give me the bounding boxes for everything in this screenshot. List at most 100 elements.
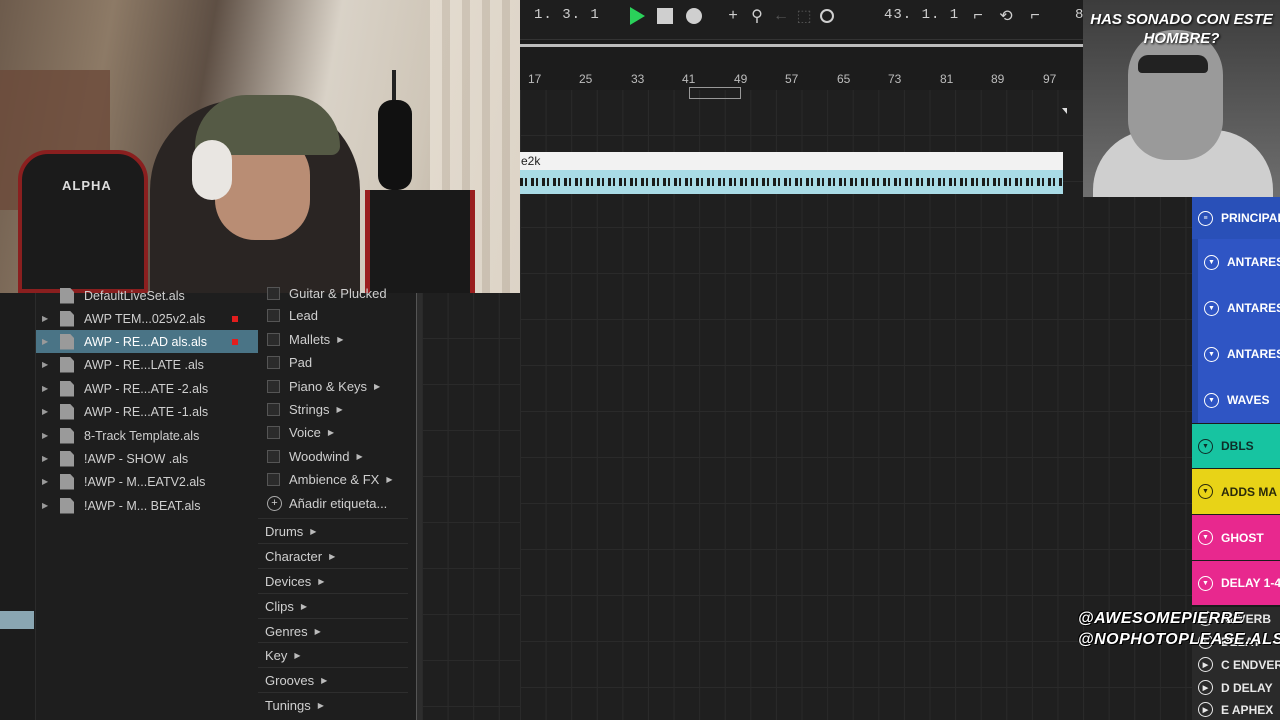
chevron-down-icon[interactable]: ▼ [1204, 346, 1219, 362]
group-icon[interactable]: ≡ [1198, 210, 1213, 226]
chevron-down-icon[interactable]: ▼ [1198, 438, 1213, 454]
expand-arrow-icon[interactable]: ▶ [42, 337, 54, 346]
checkbox[interactable] [267, 472, 280, 486]
file-item[interactable]: ▶ AWP TEM...025v2.als [36, 307, 258, 330]
category-drums[interactable]: Drums ▶ [265, 520, 316, 542]
overview-bar[interactable] [520, 44, 1083, 47]
chevron-down-icon[interactable]: ▼ [1198, 530, 1213, 545]
track-header-antares-1[interactable]: ▼ ANTARES [1192, 239, 1280, 285]
category-genres[interactable]: Genres ▶ [265, 620, 321, 642]
return-track-endver[interactable]: ▶ C ENDVER [1192, 653, 1280, 676]
panel-splitter[interactable] [416, 293, 422, 720]
checkbox[interactable] [267, 308, 280, 322]
audio-clip-body[interactable] [520, 170, 1063, 194]
track-header-ghost[interactable]: ▼ GHOST [1192, 515, 1280, 560]
chevron-right-icon[interactable]: ▶ [374, 382, 380, 391]
expand-arrow-icon[interactable]: ▶ [42, 477, 54, 486]
punch-out-button[interactable]: ⌐ [1025, 6, 1045, 26]
headphones [192, 140, 232, 200]
checkbox[interactable] [267, 355, 280, 369]
expand-arrow-icon[interactable]: ▶ [42, 454, 54, 463]
play-button[interactable] [627, 6, 647, 26]
track-header-waves[interactable]: ▼ WAVES [1192, 377, 1280, 423]
tag-item[interactable]: Lead [267, 304, 318, 326]
checkbox[interactable] [267, 379, 280, 393]
stop-button[interactable] [655, 6, 675, 26]
file-item[interactable]: ▶ !AWP - SHOW .als [36, 447, 258, 470]
expand-arrow-icon[interactable]: ▶ [42, 384, 54, 393]
browser-sidebar-edge[interactable] [0, 293, 36, 720]
chevron-right-icon[interactable]: ▶ [328, 428, 334, 437]
chevron-right-icon[interactable]: ▶ [356, 452, 362, 461]
expand-arrow-icon[interactable]: ▶ [42, 501, 54, 510]
track-header-adds[interactable]: ▼ ADDS MA [1192, 469, 1280, 514]
tag-item[interactable]: Guitar & Plucked [267, 282, 387, 304]
chevron-down-icon[interactable]: ▼ [1204, 300, 1219, 316]
arrangement-position[interactable]: 1. 3. 1 [534, 7, 600, 23]
automation-arm-button[interactable]: ⚲ [747, 6, 767, 26]
track-header-principal[interactable]: ≡ PRINCIPAL [1192, 197, 1280, 239]
loop-switch[interactable]: ⟲ [996, 6, 1016, 26]
punch-in-button[interactable]: ⌐ [968, 6, 988, 26]
chevron-right-icon[interactable]: ▶ [336, 405, 342, 414]
category-tunings[interactable]: Tunings ▶ [265, 694, 324, 716]
chevron-right-icon[interactable]: ▶ [386, 475, 392, 484]
checkbox[interactable] [267, 332, 280, 346]
checkbox[interactable] [267, 425, 280, 439]
return-track-d-delay[interactable]: ▶ D DELAY [1192, 676, 1280, 699]
capture-button[interactable]: ⬚ [794, 6, 814, 26]
screen: ALPHA 1. 3. 1 + ⚲ ← ⬚ 43. 1. 1 ⌐ ⟲ ⌐ 8 1… [0, 0, 1280, 720]
return-track-aphex[interactable]: ▶ E APHEX [1192, 699, 1280, 720]
overdub-button[interactable]: + [723, 6, 743, 26]
track-header-dbls[interactable]: ▼ DBLS [1192, 424, 1280, 468]
checkbox[interactable] [267, 402, 280, 416]
track-header-antares-3[interactable]: ▼ ANTARES [1192, 331, 1280, 377]
category-character[interactable]: Character ▶ [265, 545, 335, 567]
checkbox[interactable] [267, 449, 280, 463]
file-item[interactable]: DefaultLiveSet.als [36, 284, 258, 307]
checkbox[interactable] [267, 286, 280, 300]
chevron-down-icon[interactable]: ▼ [1198, 575, 1213, 591]
file-item[interactable]: ▶ AWP - RE...ATE -1.als [36, 400, 258, 423]
loop-brace[interactable] [689, 87, 741, 99]
file-item[interactable]: ▶ AWP - RE...LATE .als [36, 353, 258, 376]
track-header-antares-2[interactable]: ▼ ANTARES [1192, 285, 1280, 331]
tag-item[interactable]: Voice ▶ [267, 421, 334, 443]
session-record-button[interactable] [817, 6, 837, 26]
file-item[interactable]: ▶ AWP - RE...ATE -2.als [36, 377, 258, 400]
expand-arrow-icon[interactable]: ▶ [42, 431, 54, 440]
tag-item[interactable]: Woodwind ▶ [267, 445, 363, 467]
chevron-right-icon[interactable]: ▶ [1198, 680, 1213, 695]
add-tag-button[interactable]: + Añadir etiqueta... [267, 492, 387, 514]
category-key[interactable]: Key ▶ [265, 644, 301, 666]
tag-item[interactable]: Ambience & FX ▶ [267, 468, 392, 490]
tag-item[interactable]: Pad [267, 351, 312, 373]
chevron-down-icon[interactable]: ▼ [1204, 392, 1219, 408]
loop-start[interactable]: 43. 1. 1 [884, 7, 959, 23]
track-header-delay-1-4[interactable]: ▼ DELAY 1-4 [1192, 561, 1280, 605]
tag-item[interactable]: Mallets ▶ [267, 328, 343, 350]
file-item-selected[interactable]: ▶ AWP - RE...AD als.als [36, 330, 258, 353]
category-clips[interactable]: Clips ▶ [265, 595, 307, 617]
back-to-arrangement-button[interactable]: ← [771, 6, 791, 26]
tag-item[interactable]: Piano & Keys ▶ [267, 375, 380, 397]
expand-arrow-icon[interactable]: ▶ [42, 407, 54, 416]
chevron-down-icon[interactable]: ▼ [1204, 254, 1219, 270]
arrangement-grid-left[interactable] [422, 293, 520, 720]
sidebar-selected-item[interactable] [0, 611, 34, 629]
category-devices[interactable]: Devices ▶ [265, 570, 324, 592]
tag-item[interactable]: Strings ▶ [267, 398, 343, 420]
chevron-right-icon[interactable]: ▶ [1198, 657, 1213, 672]
audio-clip-header[interactable]: e2k [520, 152, 1063, 170]
file-item[interactable]: ▶ !AWP - M...EATV2.als [36, 470, 258, 493]
expand-arrow-icon[interactable]: ▶ [42, 314, 54, 323]
chevron-right-icon[interactable]: ▶ [337, 335, 343, 344]
expand-arrow-icon[interactable]: ▶ [42, 360, 54, 369]
file-item[interactable]: ▶ !AWP - M... BEAT.als [36, 494, 258, 517]
record-button[interactable] [684, 6, 704, 26]
chevron-right-icon[interactable]: ▶ [1198, 702, 1213, 717]
beat-time-ruler[interactable]: 17 25 33 41 49 57 65 73 81 89 97 [520, 60, 1083, 90]
chevron-down-icon[interactable]: ▼ [1198, 484, 1213, 499]
category-grooves[interactable]: Grooves ▶ [265, 669, 327, 691]
file-item[interactable]: ▶ 8-Track Template.als [36, 424, 258, 447]
